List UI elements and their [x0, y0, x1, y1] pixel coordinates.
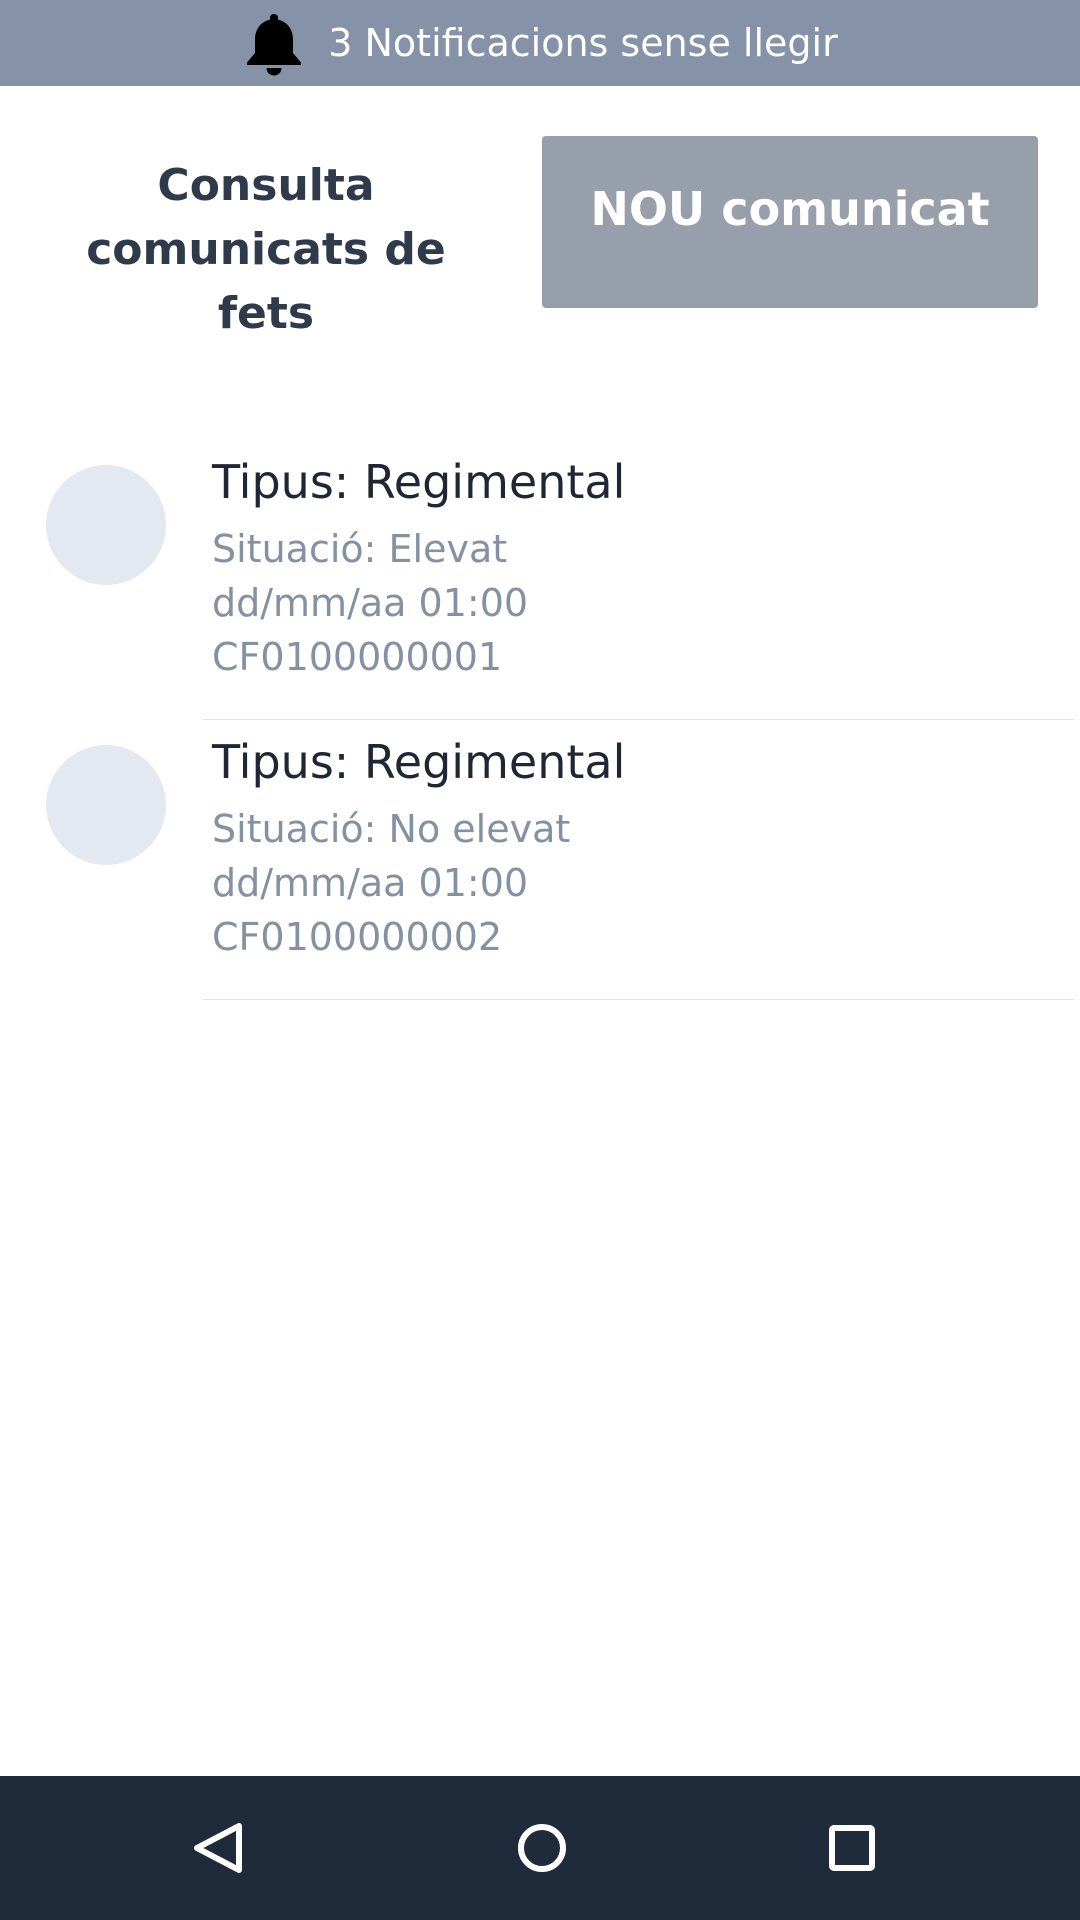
notification-banner[interactable]: 3 Notificacions sense llegir — [0, 0, 1080, 86]
avatar — [46, 465, 166, 585]
list-divider — [202, 999, 1074, 1000]
list-item-body: Tipus: Regimental Situació: No elevat dd… — [212, 734, 1080, 964]
report-list: Tipus: Regimental Situació: Elevat dd/mm… — [0, 440, 1080, 1000]
list-item-status: Situació: No elevat — [212, 807, 571, 851]
list-item[interactable]: Tipus: Regimental Situació: Elevat dd/mm… — [0, 440, 1080, 720]
back-button[interactable] — [168, 1798, 268, 1898]
list-item-date: dd/mm/aa 01:00 — [212, 861, 529, 905]
system-nav-bar — [0, 1776, 1080, 1920]
page-title-line-1: Consulta — [157, 160, 375, 211]
page-title: Consulta comunicats de fets — [36, 154, 496, 346]
home-circle-icon — [518, 1824, 566, 1872]
back-triangle-icon — [194, 1823, 242, 1873]
notification-content: 3 Notificacions sense llegir — [242, 10, 838, 76]
list-item-date: dd/mm/aa 01:00 — [212, 581, 529, 625]
notification-text: 3 Notificacions sense llegir — [328, 21, 838, 65]
home-button[interactable] — [492, 1798, 592, 1898]
list-item-type: Tipus: Regimental — [212, 455, 626, 509]
recent-square-icon — [829, 1825, 875, 1871]
list-item-type: Tipus: Regimental — [212, 735, 626, 789]
list-item[interactable]: Tipus: Regimental Situació: No elevat dd… — [0, 720, 1080, 1000]
new-report-button[interactable]: NOU comunicat — [542, 136, 1038, 308]
avatar — [46, 745, 166, 865]
recent-apps-button[interactable] — [802, 1798, 902, 1898]
list-item-code: CF0100000002 — [212, 915, 503, 959]
app-screen: 3 Notificacions sense llegir Consulta co… — [0, 0, 1080, 1920]
list-item-status: Situació: Elevat — [212, 527, 508, 571]
list-item-code: CF0100000001 — [212, 635, 503, 679]
list-item-body: Tipus: Regimental Situació: Elevat dd/mm… — [212, 454, 1080, 684]
bell-icon — [247, 14, 302, 76]
page-title-line-2: comunicats de fets — [86, 224, 446, 339]
